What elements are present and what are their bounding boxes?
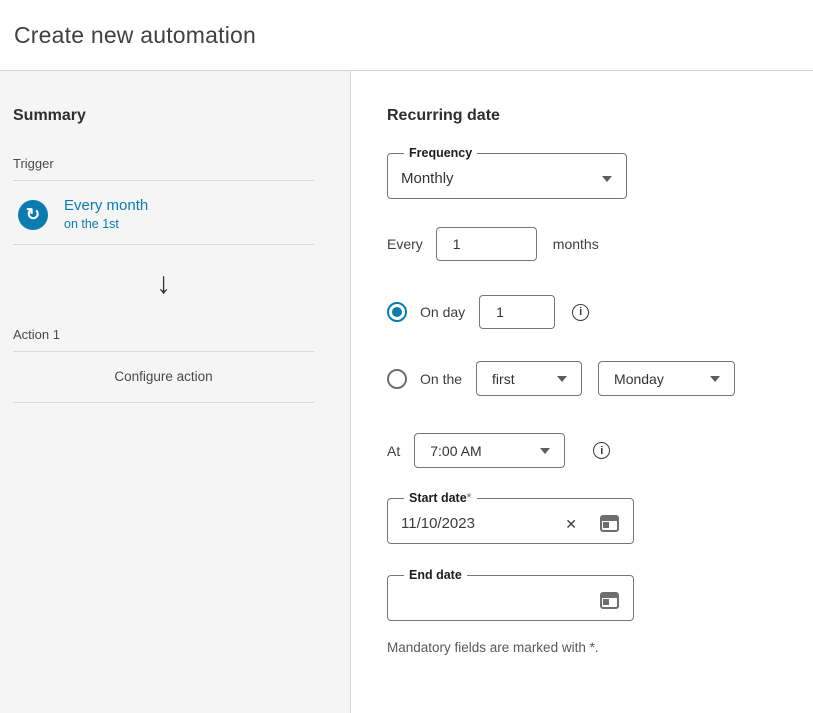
action-section-label: Action 1 xyxy=(13,327,314,352)
weekday-value: Monday xyxy=(614,371,664,387)
chevron-down-icon xyxy=(602,176,612,182)
interval-row: Every months xyxy=(387,227,813,261)
trigger-summary-text: Every month on the 1st xyxy=(64,197,148,232)
end-date-label: End date xyxy=(409,568,462,582)
frequency-value: Monthly xyxy=(401,170,454,187)
frequency-label: Frequency xyxy=(404,147,477,160)
chevron-down-icon xyxy=(540,448,550,454)
recurring-date-panel: Recurring date Frequency Monthly Every m… xyxy=(351,71,813,713)
time-select[interactable]: 7:00 AM xyxy=(414,433,565,468)
time-row: At 7:00 AM i xyxy=(387,433,813,468)
time-value: 7:00 AM xyxy=(430,443,481,459)
flow-arrow: ↓ xyxy=(13,245,314,307)
calendar-icon[interactable] xyxy=(600,515,619,532)
start-date-field[interactable]: Start date* 11/10/2023 ✕ xyxy=(387,492,634,544)
trigger-summary-item[interactable]: ↻ Every month on the 1st xyxy=(13,181,314,245)
form-heading: Recurring date xyxy=(387,107,813,125)
interval-prefix-label: Every xyxy=(387,236,423,252)
mandatory-fields-note: Mandatory fields are marked with *. xyxy=(387,640,813,655)
summary-panel: Summary Trigger ↻ Every month on the 1st… xyxy=(0,71,351,713)
chevron-down-icon xyxy=(557,376,567,382)
trigger-subtitle: on the 1st xyxy=(64,217,148,233)
on-day-input[interactable] xyxy=(479,295,555,329)
time-label: At xyxy=(387,443,400,459)
dialog-body: Summary Trigger ↻ Every month on the 1st… xyxy=(0,71,813,713)
interval-suffix-label: months xyxy=(553,236,599,252)
on-day-radio[interactable] xyxy=(387,302,407,322)
ordinal-value: first xyxy=(492,371,515,387)
trigger-title: Every month xyxy=(64,197,148,216)
on-day-row: On day i xyxy=(387,295,813,329)
interval-input[interactable] xyxy=(436,227,537,261)
start-date-label: Start date xyxy=(409,491,467,505)
arrow-down-icon: ↓ xyxy=(156,267,171,300)
frequency-select[interactable]: Frequency Monthly xyxy=(387,147,627,199)
ordinal-select[interactable]: first xyxy=(476,361,582,396)
info-icon[interactable]: i xyxy=(593,442,610,459)
page-title: Create new automation xyxy=(14,22,256,49)
required-asterisk: * xyxy=(467,491,472,505)
clear-date-icon[interactable]: ✕ xyxy=(565,517,577,531)
weekday-select[interactable]: Monday xyxy=(598,361,735,396)
on-the-radio[interactable] xyxy=(387,369,407,389)
info-icon[interactable]: i xyxy=(572,304,589,321)
summary-heading: Summary xyxy=(13,107,314,125)
trigger-section-label: Trigger xyxy=(13,156,314,181)
recurrence-icon: ↻ xyxy=(18,200,48,230)
end-date-field[interactable]: End date xyxy=(387,569,634,621)
on-the-row: On the first Monday xyxy=(387,361,813,396)
dialog-header: Create new automation xyxy=(0,0,813,71)
on-day-label: On day xyxy=(420,304,465,320)
configure-action-button[interactable]: Configure action xyxy=(13,352,314,403)
on-the-label: On the xyxy=(420,371,462,387)
chevron-down-icon xyxy=(710,376,720,382)
start-date-value: 11/10/2023 xyxy=(401,515,475,532)
calendar-icon[interactable] xyxy=(600,592,619,609)
